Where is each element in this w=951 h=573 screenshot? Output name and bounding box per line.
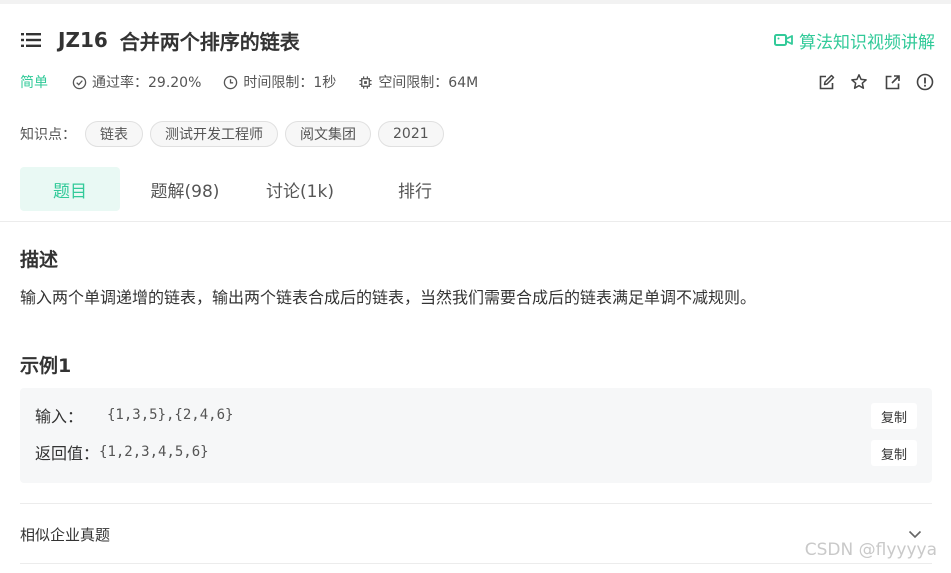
tag-year[interactable]: 2021 bbox=[378, 121, 444, 147]
example-output-value: {1,2,3,4,5,6} bbox=[99, 444, 209, 460]
tag-company[interactable]: 阅文集团 bbox=[285, 121, 371, 147]
description-heading: 描述 bbox=[20, 249, 59, 271]
example-input-label: 输入： bbox=[35, 407, 84, 426]
tab-solutions[interactable]: 题解(98) bbox=[135, 167, 235, 211]
list-menu-icon[interactable] bbox=[20, 29, 42, 51]
example-output-label: 返回值： bbox=[35, 444, 100, 463]
video-link-label: 算法知识视频讲解 bbox=[799, 32, 935, 53]
knowledge-tags: 知识点： 链表 测试开发工程师 阅文集团 2021 bbox=[20, 120, 444, 148]
divider bbox=[20, 563, 932, 564]
video-explanation-link[interactable]: 算法知识视频讲解 bbox=[774, 28, 935, 53]
clock-icon bbox=[224, 75, 238, 89]
tabs-divider bbox=[0, 221, 951, 222]
tab-problem[interactable]: 题目 bbox=[20, 167, 120, 211]
problem-title-row: JZ16 合并两个排序的链表 算法知识视频讲解 bbox=[20, 24, 935, 56]
tab-discussion[interactable]: 讨论(1k) bbox=[250, 167, 350, 211]
similar-questions-header[interactable]: 相似企业真题 bbox=[20, 520, 932, 548]
memory-limit-text: 空间限制：64M bbox=[378, 75, 479, 91]
star-icon[interactable] bbox=[849, 72, 869, 92]
tag-linked-list[interactable]: 链表 bbox=[85, 121, 143, 147]
chevron-down-icon[interactable] bbox=[908, 530, 922, 539]
divider bbox=[20, 503, 932, 504]
edit-icon[interactable] bbox=[816, 72, 836, 92]
time-limit: 时间限制：1秒 bbox=[223, 72, 336, 92]
example-output-line: 返回值： {1,2,3,4,5,6} bbox=[35, 438, 209, 466]
problem-tabs: 题目 题解(98) 讨论(1k) 排行 bbox=[20, 167, 480, 211]
problem-actions bbox=[803, 72, 935, 92]
pass-rate: 通过率：29.20% bbox=[72, 72, 201, 92]
share-icon[interactable] bbox=[882, 72, 902, 92]
example-heading: 示例1 bbox=[20, 355, 72, 377]
copy-input-button[interactable]: 复制 bbox=[871, 403, 917, 429]
time-limit-text: 时间限制：1秒 bbox=[243, 75, 337, 91]
memory-limit: 空间限制：64M bbox=[358, 72, 478, 92]
description-text: 输入两个单调递增的链表，输出两个链表合成后的链表，当然我们需要合成后的链表满足单… bbox=[20, 288, 757, 307]
watermark: CSDN @flyyyya bbox=[804, 540, 937, 560]
chip-icon bbox=[359, 75, 372, 89]
similar-questions-label: 相似企业真题 bbox=[20, 525, 111, 544]
example-input-line: 输入： {1,3,5},{2,4,6} bbox=[35, 401, 233, 429]
pass-rate-text: 通过率：29.20% bbox=[92, 75, 202, 91]
tab-ranking[interactable]: 排行 bbox=[365, 167, 465, 211]
problem-meta-row: 简单 通过率：29.20% 时间限制：1秒 空间限制：64M bbox=[20, 70, 935, 94]
example-input-value: {1,3,5},{2,4,6} bbox=[107, 407, 234, 423]
problem-id: JZ16 bbox=[58, 28, 108, 52]
tag-test-engineer[interactable]: 测试开发工程师 bbox=[150, 121, 278, 147]
problem-title: 合并两个排序的链表 bbox=[119, 29, 300, 54]
video-camera-icon bbox=[774, 33, 793, 47]
copy-output-button[interactable]: 复制 bbox=[871, 440, 917, 466]
tags-label: 知识点： bbox=[20, 127, 76, 143]
difficulty-badge: 简单 bbox=[20, 75, 48, 91]
check-circle-icon bbox=[72, 75, 87, 89]
top-border bbox=[0, 0, 951, 4]
example-box: 输入： {1,3,5},{2,4,6} 复制 返回值： {1,2,3,4,5,6… bbox=[20, 388, 932, 483]
report-icon[interactable] bbox=[915, 72, 935, 92]
